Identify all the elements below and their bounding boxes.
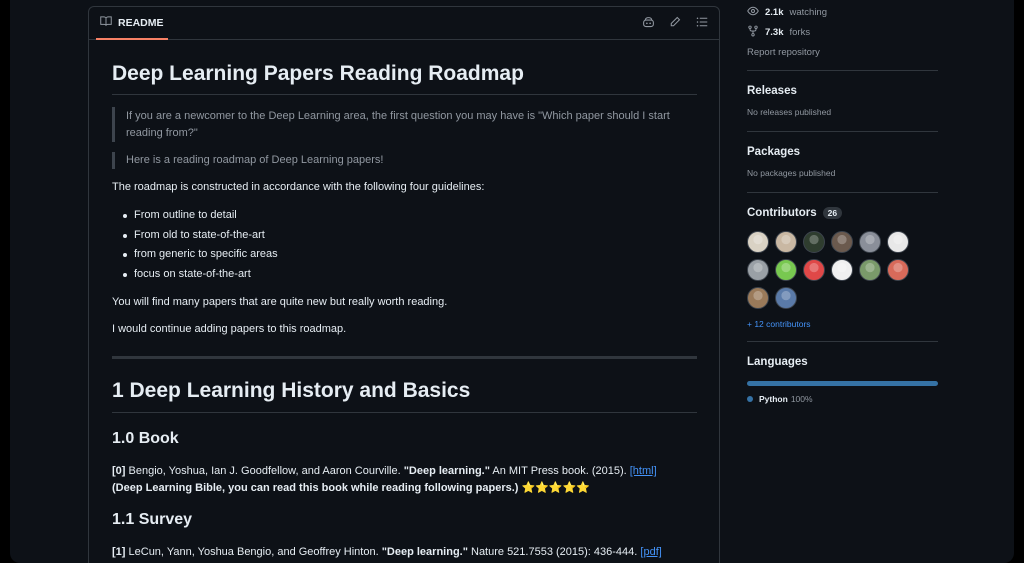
- list-item: from generic to specific areas: [123, 245, 697, 265]
- contributor-avatar[interactable]: [747, 287, 769, 309]
- contributor-avatars: [747, 231, 938, 309]
- language-percent: 100%: [790, 394, 813, 404]
- packages-heading[interactable]: Packages: [747, 142, 938, 162]
- list-item: From outline to detail: [123, 206, 697, 226]
- readme-tab[interactable]: README: [96, 7, 168, 40]
- fork-icon: [747, 25, 759, 40]
- contributor-avatar[interactable]: [831, 259, 853, 281]
- contributor-avatar[interactable]: [775, 287, 797, 309]
- contributor-avatar[interactable]: [831, 231, 853, 253]
- ref-venue: An MIT Press book. (2015).: [489, 465, 630, 477]
- forks-label: forks: [789, 26, 811, 38]
- list-item: From old to state-of-the-art: [123, 226, 697, 246]
- section-heading-history: 1 Deep Learning History and Basics: [112, 379, 697, 413]
- ref-title: "Deep learning.": [403, 465, 490, 477]
- reference-0: [0] Bengio, Yoshua, Ian J. Goodfellow, a…: [112, 463, 697, 497]
- contributor-avatar[interactable]: [859, 259, 881, 281]
- contributor-avatar[interactable]: [859, 231, 881, 253]
- packages-text: No packages published: [747, 168, 836, 178]
- star-rating: ⭐⭐⭐⭐⭐: [518, 482, 591, 494]
- ref-number: [1]: [112, 546, 126, 558]
- divider: [747, 70, 938, 71]
- paragraph-continue: I would continue adding papers to this r…: [112, 323, 347, 335]
- language-python[interactable]: Python 100%: [747, 394, 938, 404]
- readme-tab-label: README: [118, 16, 164, 29]
- language-dot: [747, 396, 753, 402]
- contributor-avatar[interactable]: [803, 259, 825, 281]
- readme-title: Deep Learning Papers Reading Roadmap: [112, 62, 697, 95]
- contributor-avatar[interactable]: [747, 231, 769, 253]
- watching-count: 2.1k: [765, 6, 784, 18]
- list-item: focus on state-of-the-art: [123, 265, 697, 285]
- subheading-book: 1.0 Book: [112, 430, 179, 447]
- releases-title: Releases: [747, 85, 797, 97]
- repo-sidebar: 2.1k watching 7.3k forks Report reposito…: [747, 0, 938, 404]
- contributor-avatar[interactable]: [747, 259, 769, 281]
- contributor-avatar[interactable]: [887, 231, 909, 253]
- watching-label: watching: [789, 6, 828, 18]
- releases-text: No releases published: [747, 107, 832, 117]
- copilot-icon[interactable]: [641, 15, 655, 29]
- languages-heading: Languages: [747, 352, 938, 372]
- book-icon: [100, 15, 112, 30]
- readme-panel: README Deep Learning Papers Reading Road…: [88, 6, 720, 563]
- divider: [747, 341, 938, 342]
- forks-stat[interactable]: 7.3k forks: [747, 22, 938, 42]
- contributor-avatar[interactable]: [775, 259, 797, 281]
- readme-header: README: [89, 7, 719, 40]
- contributors-title: Contributors: [747, 207, 817, 219]
- more-contributors-link[interactable]: + 12 contributors: [747, 319, 938, 329]
- html-link[interactable]: [html]: [630, 465, 657, 477]
- section-divider: [112, 356, 697, 359]
- contributor-avatar[interactable]: [887, 259, 909, 281]
- divider: [747, 131, 938, 132]
- contributors-heading[interactable]: Contributors 26: [747, 203, 938, 223]
- blockquote-roadmap: Here is a reading roadmap of Deep Learni…: [112, 152, 697, 169]
- pdf-link[interactable]: [pdf]: [640, 546, 661, 558]
- subheading-survey: 1.1 Survey: [112, 511, 193, 528]
- edit-pencil-icon[interactable]: [668, 15, 682, 29]
- ref-venue: Nature 521.7553 (2015): 436-444.: [467, 546, 641, 558]
- report-repository-link[interactable]: Report repository: [747, 42, 938, 62]
- contributor-avatar[interactable]: [803, 231, 825, 253]
- ref-note: (Deep Learning Bible, you can read this …: [112, 482, 519, 494]
- watching-stat[interactable]: 2.1k watching: [747, 2, 938, 22]
- contributor-avatar[interactable]: [775, 231, 797, 253]
- releases-heading[interactable]: Releases: [747, 81, 938, 101]
- reference-1: [1] LeCun, Yann, Yoshua Bengio, and Geof…: [112, 544, 697, 561]
- languages-title: Languages: [747, 356, 808, 368]
- ref-number: [0]: [112, 465, 126, 477]
- eye-icon: [747, 5, 759, 20]
- language-bar: [747, 381, 938, 386]
- divider: [747, 192, 938, 193]
- outline-list-icon[interactable]: [695, 15, 709, 29]
- packages-title: Packages: [747, 146, 801, 158]
- ref-authors: LeCun, Yann, Yoshua Bengio, and Geoffrey…: [125, 546, 382, 558]
- ref-authors: Bengio, Yoshua, Ian J. Goodfellow, and A…: [125, 465, 404, 477]
- ref-title: "Deep learning.": [381, 546, 468, 558]
- forks-count: 7.3k: [765, 26, 784, 38]
- guidelines-list: From outline to detail From old to state…: [112, 206, 697, 284]
- contributors-count-badge: 26: [822, 207, 843, 219]
- blockquote-newcomer: If you are a newcomer to the Deep Learni…: [112, 107, 697, 142]
- paragraph-new-papers: You will find many papers that are quite…: [112, 296, 448, 308]
- language-name: Python: [759, 394, 788, 404]
- intro-text: The roadmap is constructed in accordance…: [112, 181, 485, 193]
- readme-body: Deep Learning Papers Reading Roadmap If …: [89, 40, 719, 561]
- page: README Deep Learning Papers Reading Road…: [10, 0, 1014, 563]
